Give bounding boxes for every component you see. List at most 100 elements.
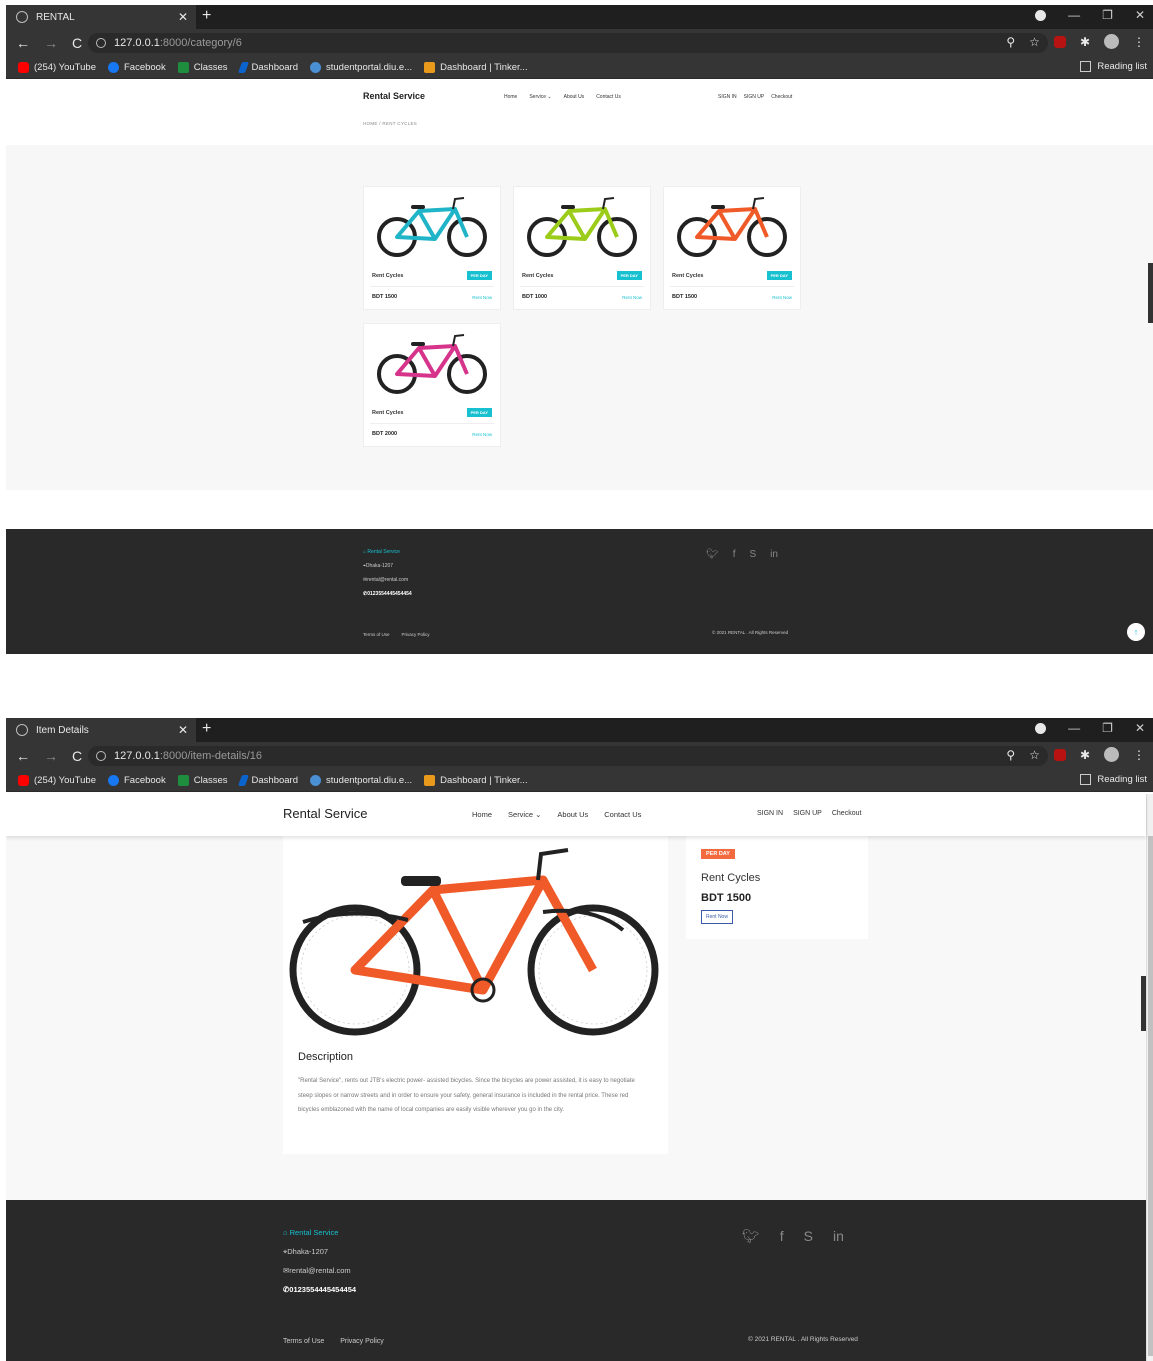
bookmark-classes[interactable]: Classes — [177, 62, 228, 73]
nav-contact[interactable]: Contact Us — [596, 94, 621, 100]
footer-phone[interactable]: ✆0123554445454454 — [283, 1285, 356, 1294]
avatar[interactable] — [1104, 747, 1119, 762]
footer-phone[interactable]: ✆0123554445454454 — [363, 591, 412, 597]
reload-icon[interactable]: C — [72, 748, 82, 764]
linkedin-icon[interactable]: in — [833, 1228, 844, 1245]
rent-now-link[interactable]: Rent Now — [472, 432, 492, 437]
product-image[interactable] — [664, 187, 800, 265]
reload-icon[interactable]: C — [72, 35, 82, 51]
product-card[interactable]: Rent Cycles PER DAY BDT 1500 Rent Now — [663, 186, 801, 310]
bookmark-classes[interactable]: Classes — [177, 775, 228, 786]
bookmark-dashboard[interactable]: Dashboard — [237, 62, 298, 73]
product-card[interactable]: Rent Cycles PER DAY BDT 1000 Rent Now — [513, 186, 651, 310]
ublock-icon[interactable] — [1053, 748, 1066, 761]
product-card[interactable]: Rent Cycles PER DAY BDT 2000 Rent Now — [363, 323, 501, 447]
profile-dot-icon[interactable] — [1035, 722, 1047, 734]
url-field[interactable]: 127.0.0.1:8000/category/6 — [88, 33, 1048, 53]
bookmark-tinkercad[interactable]: Dashboard | Tinker... — [424, 62, 528, 73]
avatar[interactable] — [1104, 34, 1119, 49]
twitter-icon[interactable]: 🐦︎ — [706, 549, 719, 560]
footer-email[interactable]: ✉rental@rental.com — [363, 577, 408, 583]
close-window-button[interactable]: ✕ — [1135, 8, 1145, 22]
sign-in-link[interactable]: SIGN IN — [718, 94, 737, 100]
rent-now-link[interactable]: Rent Now — [622, 295, 642, 300]
arrow-up-icon[interactable]: ↑ — [1127, 623, 1145, 641]
side-widget-tab[interactable] — [1148, 263, 1153, 323]
new-tab-button[interactable]: + — [202, 720, 211, 738]
twitter-icon[interactable]: 🐦︎ — [742, 1228, 760, 1245]
product-image[interactable] — [364, 187, 500, 265]
facebook-icon[interactable]: f — [733, 549, 736, 560]
facebook-icon[interactable]: f — [780, 1228, 784, 1245]
footer-brand[interactable]: ⌂ Rental Service — [363, 549, 400, 555]
site-brand[interactable]: Rental Service — [363, 91, 425, 101]
close-tab-icon[interactable]: ✕ — [178, 10, 188, 24]
minimize-button[interactable]: — — [1068, 8, 1080, 22]
product-image[interactable] — [514, 187, 650, 265]
side-widget-tab[interactable] — [1141, 976, 1146, 1031]
skype-icon[interactable]: S — [749, 549, 756, 560]
product-image[interactable] — [364, 324, 500, 402]
terms-link[interactable]: Terms of Use — [283, 1338, 324, 1345]
sign-up-link[interactable]: SIGN UP — [793, 810, 822, 817]
reading-list[interactable]: Reading list — [1080, 774, 1147, 785]
bookmark-studentportal[interactable]: studentportal.diu.e... — [310, 775, 412, 786]
privacy-link[interactable]: Privacy Policy — [340, 1338, 384, 1345]
info-icon[interactable] — [96, 751, 106, 761]
minimize-button[interactable]: — — [1068, 721, 1080, 735]
terms-link[interactable]: Terms of Use — [363, 632, 390, 637]
close-tab-icon[interactable]: ✕ — [178, 723, 188, 737]
linkedin-icon[interactable]: in — [770, 549, 778, 560]
back-icon[interactable]: ← — [16, 748, 30, 764]
bookmark-studentportal[interactable]: studentportal.diu.e... — [310, 62, 412, 73]
url-field[interactable]: 127.0.0.1:8000/item-details/16 — [88, 746, 1048, 766]
profile-dot-icon[interactable] — [1035, 9, 1047, 21]
page-scrollbar[interactable] — [1146, 794, 1153, 1361]
rent-now-link[interactable]: Rent Now — [472, 295, 492, 300]
skype-icon[interactable]: S — [804, 1228, 813, 1245]
browser-tab[interactable]: RENTAL ✕ — [6, 5, 196, 29]
site-brand[interactable]: Rental Service — [283, 806, 368, 821]
rent-now-button[interactable]: Rent Now — [701, 910, 733, 924]
star-icon[interactable]: ☆ — [1029, 35, 1040, 49]
bookmark-facebook[interactable]: Facebook — [107, 775, 166, 786]
restore-button[interactable]: ❐ — [1102, 8, 1113, 22]
forward-icon[interactable]: → — [44, 35, 58, 51]
product-card[interactable]: Rent Cycles PER DAY BDT 1500 Rent Now — [363, 186, 501, 310]
extensions-icon[interactable]: ✱ — [1080, 35, 1090, 49]
nav-contact[interactable]: Contact Us — [604, 810, 641, 819]
bookmark-youtube[interactable]: (254) YouTube — [18, 775, 96, 786]
back-icon[interactable]: ← — [16, 35, 30, 51]
close-window-button[interactable]: ✕ — [1135, 721, 1145, 735]
bookmark-tinkercad[interactable]: Dashboard | Tinker... — [424, 775, 528, 786]
bookmark-youtube[interactable]: (254) YouTube — [18, 62, 96, 73]
footer-brand[interactable]: ⌂ Rental Service — [283, 1228, 338, 1237]
info-icon[interactable] — [96, 38, 106, 48]
nav-home[interactable]: Home — [472, 810, 492, 819]
browser-tab[interactable]: Item Details ✕ — [6, 718, 196, 742]
nav-service[interactable]: Service ⌄ — [529, 94, 551, 100]
sign-up-link[interactable]: SIGN UP — [744, 94, 765, 100]
bookmark-dashboard[interactable]: Dashboard — [237, 775, 298, 786]
nav-home[interactable]: Home — [504, 94, 517, 100]
footer-email[interactable]: ✉rental@rental.com — [283, 1266, 351, 1275]
privacy-link[interactable]: Privacy Policy — [402, 632, 430, 637]
zoom-icon[interactable]: ⚲ — [1006, 35, 1015, 49]
rent-now-link[interactable]: Rent Now — [772, 295, 792, 300]
sign-in-link[interactable]: SIGN IN — [757, 810, 783, 817]
restore-button[interactable]: ❐ — [1102, 721, 1113, 735]
zoom-icon[interactable]: ⚲ — [1006, 748, 1015, 762]
extensions-icon[interactable]: ✱ — [1080, 748, 1090, 762]
nav-about[interactable]: About Us — [557, 810, 588, 819]
reading-list[interactable]: Reading list — [1080, 61, 1147, 72]
menu-icon[interactable]: ⋮ — [1133, 35, 1145, 49]
new-tab-button[interactable]: + — [202, 7, 211, 25]
nav-service[interactable]: Service ⌄ — [508, 810, 541, 819]
ublock-icon[interactable] — [1053, 35, 1066, 48]
bookmark-facebook[interactable]: Facebook — [107, 62, 166, 73]
checkout-link[interactable]: Checkout — [832, 810, 862, 817]
scrollbar-thumb[interactable] — [1148, 836, 1153, 1356]
nav-about[interactable]: About Us — [564, 94, 585, 100]
menu-icon[interactable]: ⋮ — [1133, 748, 1145, 762]
checkout-link[interactable]: Checkout — [771, 94, 792, 100]
